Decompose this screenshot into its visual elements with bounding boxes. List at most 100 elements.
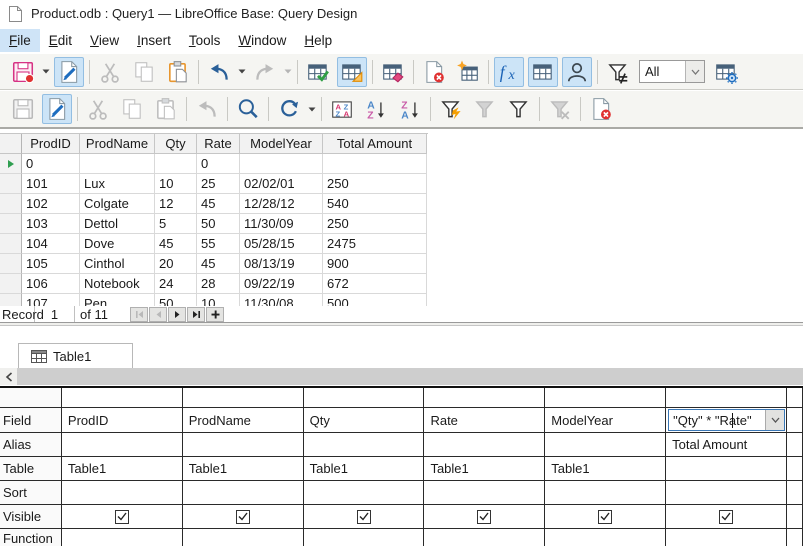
- design-view-button[interactable]: [337, 56, 367, 87]
- design-cell[interactable]: [424, 529, 546, 546]
- last-record-button[interactable]: [187, 306, 205, 322]
- cell[interactable]: 104: [22, 234, 80, 254]
- design-cell[interactable]: [545, 388, 667, 408]
- run-query-button[interactable]: [303, 57, 333, 87]
- clear-query-button[interactable]: [378, 57, 408, 87]
- first-record-button[interactable]: [130, 306, 148, 322]
- cell[interactable]: 20: [155, 254, 197, 274]
- undo-button[interactable]: [192, 94, 222, 124]
- cell[interactable]: 12/28/12: [240, 194, 323, 214]
- cell[interactable]: 45: [197, 194, 240, 214]
- sort-descending-button[interactable]: ZA: [395, 94, 425, 124]
- design-cell[interactable]: [786, 529, 803, 546]
- column-header-total-amount[interactable]: Total Amount: [323, 134, 427, 154]
- standard-filter-button[interactable]: [504, 94, 534, 124]
- design-cell[interactable]: [786, 433, 803, 457]
- row-header[interactable]: [0, 174, 22, 194]
- menu-view[interactable]: View: [81, 29, 128, 52]
- column-header-rate[interactable]: Rate: [197, 134, 240, 154]
- design-cell[interactable]: [182, 388, 304, 408]
- pane-splitter[interactable]: [0, 322, 803, 326]
- filter-not-equal-button[interactable]: [603, 57, 633, 87]
- cell[interactable]: 28: [197, 274, 240, 294]
- cell[interactable]: 500: [323, 294, 427, 306]
- cell[interactable]: 24: [155, 274, 197, 294]
- cut-button[interactable]: [83, 94, 113, 124]
- menu-insert[interactable]: Insert: [128, 29, 180, 52]
- combo-dropdown-button[interactable]: [685, 61, 704, 82]
- row-header[interactable]: [0, 274, 22, 294]
- cell[interactable]: 12: [155, 194, 197, 214]
- design-cell[interactable]: "Qty" * "Rate": [666, 408, 787, 433]
- cell[interactable]: 09/22/19: [240, 274, 323, 294]
- sort-ascending-button[interactable]: AZ: [361, 94, 391, 124]
- visible-checkbox[interactable]: [477, 509, 492, 524]
- design-cell[interactable]: [61, 433, 183, 457]
- design-cell[interactable]: [61, 529, 183, 546]
- cell[interactable]: Dettol: [80, 214, 155, 234]
- row-header[interactable]: [0, 234, 22, 254]
- save-dropdown[interactable]: [40, 58, 51, 86]
- design-cell[interactable]: [424, 433, 546, 457]
- visible-checkbox[interactable]: [114, 509, 129, 524]
- cell[interactable]: 900: [323, 254, 427, 274]
- design-cell[interactable]: Total Amount: [666, 433, 787, 457]
- design-cell[interactable]: [303, 505, 425, 529]
- design-cell[interactable]: [303, 388, 425, 408]
- design-cell[interactable]: [303, 433, 425, 457]
- design-cell[interactable]: [61, 481, 183, 505]
- design-cell[interactable]: [182, 481, 304, 505]
- refresh-button[interactable]: [274, 94, 304, 124]
- design-cell[interactable]: [182, 505, 304, 529]
- apply-filter-button[interactable]: [470, 94, 500, 124]
- cell[interactable]: 540: [323, 194, 427, 214]
- cell[interactable]: 2475: [323, 234, 427, 254]
- cell[interactable]: 10: [197, 294, 240, 306]
- cell[interactable]: Cinthol: [80, 254, 155, 274]
- cell[interactable]: Notebook: [80, 274, 155, 294]
- cell[interactable]: 08/13/19: [240, 254, 323, 274]
- copy-button[interactable]: [117, 94, 147, 124]
- auto-filter-button[interactable]: [436, 94, 466, 124]
- previous-record-button[interactable]: [149, 306, 167, 322]
- cell[interactable]: Dove: [80, 234, 155, 254]
- horizontal-scrollbar[interactable]: [0, 368, 803, 385]
- cell[interactable]: 672: [323, 274, 427, 294]
- design-cell[interactable]: [61, 388, 183, 408]
- new-record-button[interactable]: [206, 306, 224, 322]
- design-cell[interactable]: [666, 457, 787, 481]
- undo-dropdown[interactable]: [236, 58, 247, 86]
- cell[interactable]: [80, 154, 155, 174]
- visible-checkbox[interactable]: [235, 509, 250, 524]
- table-view-button[interactable]: [528, 56, 558, 87]
- cell[interactable]: 11/30/08: [240, 294, 323, 306]
- design-cell[interactable]: [182, 433, 304, 457]
- sort-button[interactable]: AZZA: [327, 94, 357, 124]
- edit-data-button[interactable]: [42, 94, 72, 124]
- design-cell[interactable]: [61, 505, 183, 529]
- cut-button[interactable]: [95, 57, 125, 87]
- design-cell[interactable]: [545, 433, 667, 457]
- design-cell[interactable]: [666, 388, 787, 408]
- cancel-document-button[interactable]: [419, 57, 449, 87]
- cell[interactable]: 0: [197, 154, 240, 174]
- cell[interactable]: 50: [197, 214, 240, 234]
- field-combo-dropdown[interactable]: [765, 410, 785, 430]
- reset-filter-button[interactable]: [545, 94, 575, 124]
- design-cell[interactable]: ProdName: [182, 408, 304, 433]
- row-header[interactable]: [0, 254, 22, 274]
- design-cell[interactable]: [545, 481, 667, 505]
- design-cell[interactable]: [424, 481, 546, 505]
- design-cell[interactable]: Table1: [545, 457, 667, 481]
- paste-button[interactable]: [163, 57, 193, 87]
- design-cell[interactable]: [786, 505, 803, 529]
- design-cell[interactable]: Table1: [303, 457, 425, 481]
- cell[interactable]: 55: [197, 234, 240, 254]
- cell[interactable]: 5: [155, 214, 197, 234]
- cell[interactable]: Lux: [80, 174, 155, 194]
- design-cell[interactable]: [786, 457, 803, 481]
- cell[interactable]: 11/30/09: [240, 214, 323, 234]
- design-cell[interactable]: [666, 529, 787, 546]
- design-cell[interactable]: [545, 505, 667, 529]
- cell[interactable]: 45: [155, 234, 197, 254]
